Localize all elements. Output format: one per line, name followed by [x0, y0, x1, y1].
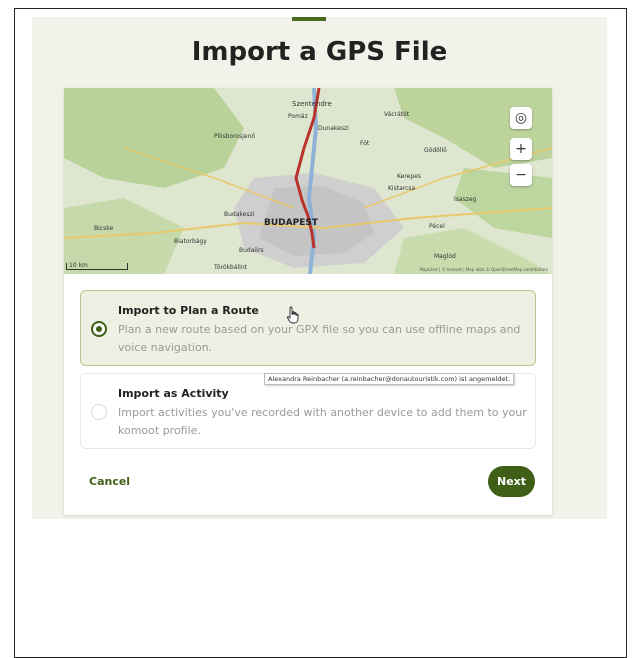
cancel-button[interactable]: Cancel — [89, 475, 130, 488]
svg-text:Vácrátót: Vácrátót — [384, 111, 410, 118]
svg-text:Fót: Fót — [360, 140, 370, 147]
svg-text:Maglód: Maglód — [434, 253, 456, 260]
city-label: BUDAPEST — [264, 218, 319, 228]
zoom-in-button[interactable]: + — [510, 138, 532, 160]
svg-text:Dunakeszi: Dunakeszi — [318, 125, 349, 132]
svg-text:Kistarcsa: Kistarcsa — [388, 185, 416, 192]
option-description: Import activities you've recorded with a… — [118, 406, 527, 437]
user-tooltip: Alexandra Reinbacher (a.reinbacher@donau… — [264, 373, 515, 385]
svg-text:Isaszeg: Isaszeg — [454, 196, 477, 203]
option-plan-route[interactable]: Import to Plan a Route Plan a new route … — [80, 290, 536, 366]
svg-text:Budaörs: Budaörs — [239, 247, 264, 254]
option-description: Plan a new route based on your GPX file … — [118, 323, 521, 354]
svg-text:Biatorbágy: Biatorbágy — [174, 238, 207, 245]
svg-text:Gödöllő: Gödöllő — [424, 147, 447, 154]
svg-text:Bicske: Bicske — [94, 225, 113, 232]
map-attribution: MapLibre | © komoot | Map data © OpenStr… — [419, 267, 548, 272]
hand-pointer-icon — [286, 306, 299, 324]
map-scale: 10 km — [66, 263, 128, 270]
option-title: Import to Plan a Route — [118, 304, 259, 317]
import-dialog: Szentendre Pomáz Dunakeszi Vácrátót Pili… — [64, 88, 552, 515]
drag-handle[interactable] — [292, 17, 326, 21]
dialog-title: Import a GPS File — [191, 37, 448, 67]
svg-text:Pilisborosjenő: Pilisborosjenő — [214, 133, 255, 140]
radio-unselected-icon[interactable] — [91, 404, 107, 420]
svg-text:Kerepes: Kerepes — [397, 173, 421, 180]
locate-icon[interactable]: ◎ — [510, 107, 532, 129]
radio-selected-icon[interactable] — [91, 321, 107, 337]
route-map[interactable]: Szentendre Pomáz Dunakeszi Vácrátót Pili… — [64, 88, 552, 274]
svg-text:Törökbálint: Törökbálint — [213, 264, 248, 271]
zoom-out-button[interactable]: − — [510, 164, 532, 186]
next-button[interactable]: Next — [488, 466, 535, 497]
option-title: Import as Activity — [118, 387, 229, 400]
svg-text:Szentendre: Szentendre — [292, 100, 332, 108]
svg-text:Pécel: Pécel — [429, 223, 445, 230]
svg-text:Pomáz: Pomáz — [288, 113, 308, 120]
svg-text:Budakeszi: Budakeszi — [224, 211, 255, 218]
